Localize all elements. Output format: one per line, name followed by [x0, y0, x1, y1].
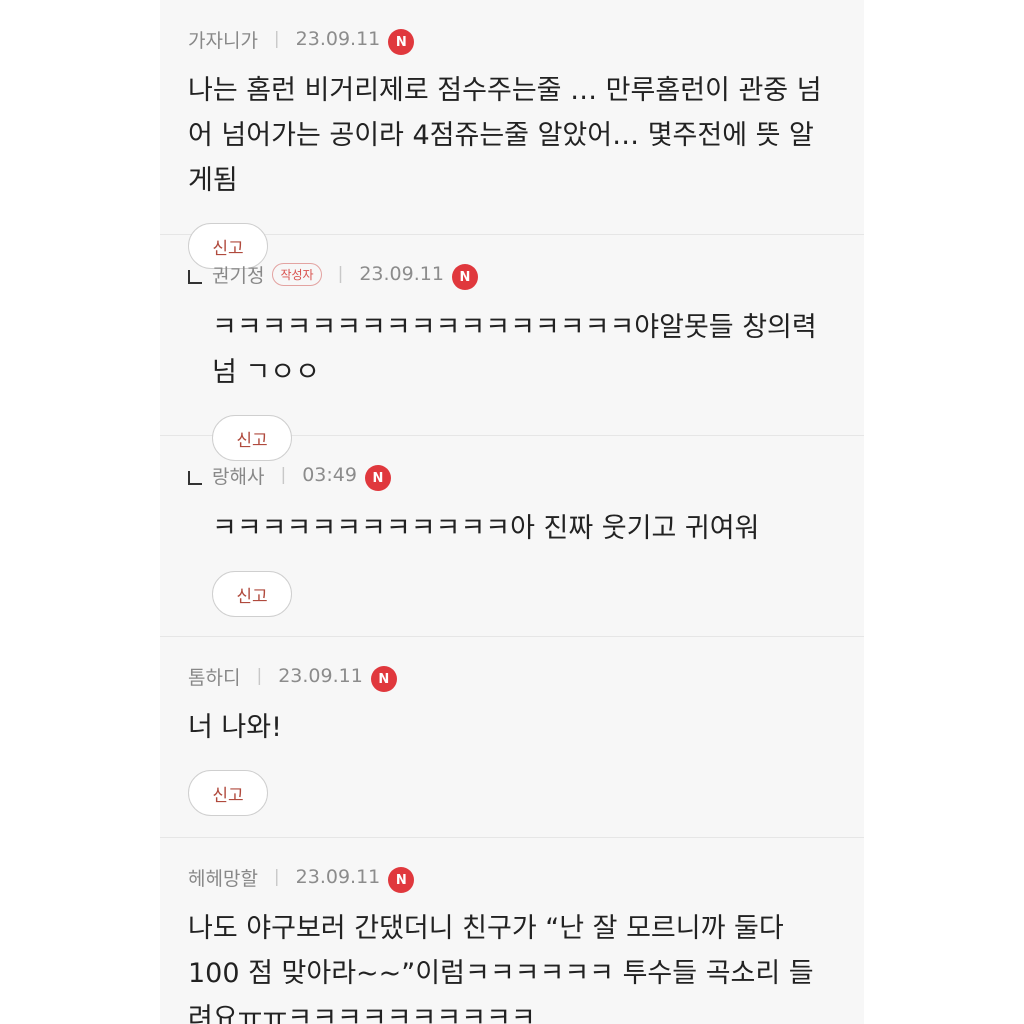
new-badge-icon: N [370, 666, 397, 692]
comment-date: 03:49 [302, 464, 357, 486]
comment-author[interactable]: 권기정 [212, 261, 264, 288]
comment-meta: 권기정 작성자 | 23.09.11 N [188, 259, 836, 290]
comment-meta: 톰하디 | 23.09.11 N [188, 661, 836, 692]
comment-list: 가자니가 | 23.09.11 N 나는 홈런 비거리제로 점수주는줄 … 만루… [160, 0, 864, 1024]
comment-author[interactable]: 랑해사 [212, 462, 264, 489]
comment-meta: 헤헤망할 | 23.09.11 N [188, 862, 836, 893]
comment-date: 23.09.11 [295, 28, 381, 50]
comment-item: 가자니가 | 23.09.11 N 나는 홈런 비거리제로 점수주는줄 … 만루… [160, 0, 864, 269]
new-badge-icon: N [364, 465, 391, 491]
reply-arrow-icon [188, 270, 202, 284]
comment-meta: 가자니가 | 23.09.11 N [188, 24, 836, 55]
comment-date: 23.09.11 [278, 665, 363, 687]
report-button[interactable]: 신고 [212, 571, 292, 617]
comment-author[interactable]: 가자니가 [188, 26, 258, 53]
comment-text: ㅋㅋㅋㅋㅋㅋㅋㅋㅋㅋㅋㅋ아 진짜 웃기고 귀여워 [212, 513, 760, 544]
comment-text: 너 나와! [188, 712, 282, 743]
meta-divider: | [273, 867, 280, 887]
comment-item: 톰하디 | 23.09.11 N 너 나와! 신고 [160, 637, 864, 838]
comment-text: 나는 홈런 비거리제로 점수주는줄 … 만루홈런이 관중 넘어 넘어가는 공이라… [188, 75, 822, 196]
comment-text: 나도 야구보러 간댔더니 친구가 “난 잘 모르니까 둘다 100 점 맞아라~… [188, 913, 814, 1024]
comment-item: 헤헤망할 | 23.09.11 N 나도 야구보러 간댔더니 친구가 “난 잘 … [160, 838, 864, 1024]
comment-author[interactable]: 헤헤망할 [188, 864, 258, 891]
new-badge-icon: N [451, 264, 478, 290]
author-badge: 작성자 [272, 262, 322, 286]
report-button[interactable]: 신고 [188, 770, 268, 816]
meta-divider: | [273, 29, 280, 49]
reply-item: 랑해사 | 03:49 N ㅋㅋㅋㅋㅋㅋㅋㅋㅋㅋㅋㅋ아 진짜 웃기고 귀여워 신… [160, 436, 864, 637]
meta-divider: | [337, 264, 344, 284]
meta-divider: | [280, 465, 287, 485]
comment-meta: 랑해사 | 03:49 N [188, 460, 836, 491]
new-badge-icon: N [388, 867, 415, 893]
meta-divider: | [256, 666, 263, 686]
reply-item: 권기정 작성자 | 23.09.11 N ㅋㅋㅋㅋㅋㅋㅋㅋㅋㅋㅋㅋㅋㅋㅋㅋㅋ야알… [160, 235, 864, 461]
reply-arrow-icon [188, 471, 202, 485]
comment-date: 23.09.11 [359, 263, 444, 285]
comment-author[interactable]: 톰하디 [188, 663, 240, 690]
comment-text: ㅋㅋㅋㅋㅋㅋㅋㅋㅋㅋㅋㅋㅋㅋㅋㅋㅋ야알못들 창의력 넘 ㄱㅇㅇ [212, 312, 817, 388]
new-badge-icon: N [388, 29, 415, 55]
comment-date: 23.09.11 [295, 866, 381, 888]
